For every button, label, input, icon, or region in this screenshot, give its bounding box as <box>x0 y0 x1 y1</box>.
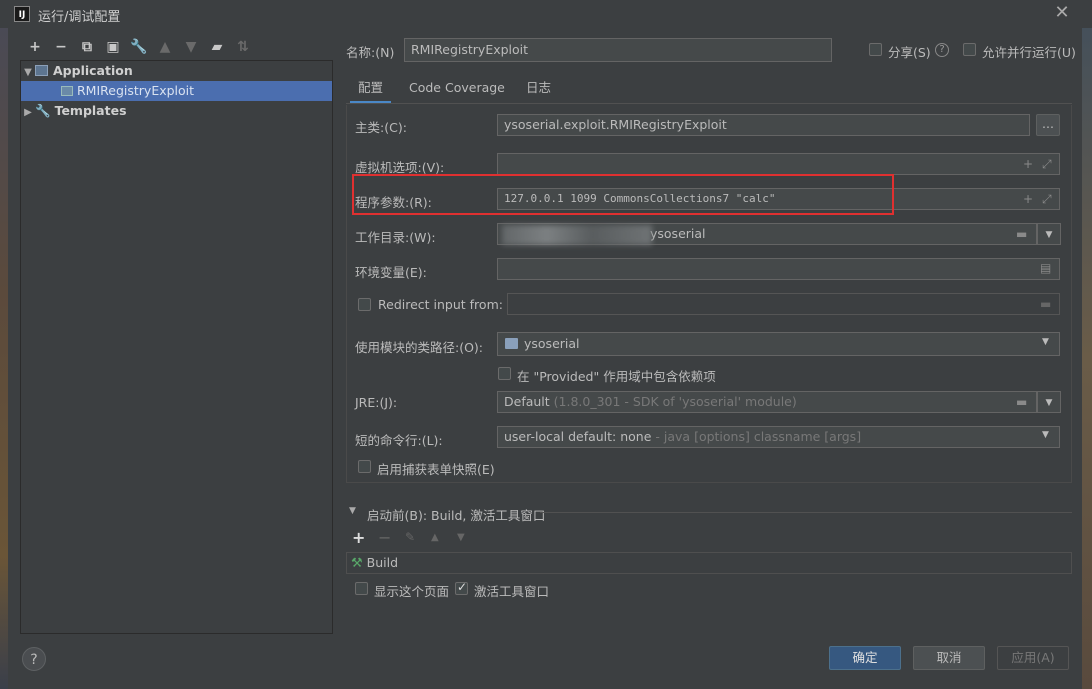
move-up-icon[interactable]: ▲ <box>431 532 439 543</box>
shorten-hint: - java [options] classname [args] <box>655 429 862 444</box>
activate-window-checkbox[interactable] <box>455 580 468 595</box>
remove-icon[interactable]: − <box>378 528 391 547</box>
title-bar <box>0 0 1092 28</box>
redirect-input[interactable] <box>507 293 1060 315</box>
add-icon[interactable]: + <box>352 528 365 547</box>
main-class-input[interactable]: ysoserial.exploit.RMIRegistryExploit <box>497 114 1030 136</box>
vm-options-input[interactable] <box>497 153 1060 175</box>
activate-window-label: 激活工具窗口 <box>474 584 550 599</box>
tree-node-label: RMIRegistryExploit <box>77 83 195 98</box>
before-launch-item[interactable]: ⚒ Build <box>346 552 1072 574</box>
tree-node-label: Application <box>53 63 133 78</box>
chevron-down-icon[interactable]: ▼ <box>1042 430 1049 440</box>
module-select[interactable]: ysoserial <box>497 332 1060 356</box>
name-label: 名称:(N) <box>346 45 395 60</box>
tab-config[interactable]: 配置 <box>350 76 392 104</box>
tree-toolbar: + − ⧉ ▣ 🔧 ▲ ▼ ▰ ⇅ <box>22 36 256 58</box>
edit-icon[interactable]: ✎ <box>405 530 415 544</box>
tree-node-templates[interactable]: ▶ 🔧 Templates <box>21 101 332 121</box>
module-label: 使用模块的类路径:(O): <box>355 340 484 355</box>
sort-icon[interactable]: ⇅ <box>230 36 256 58</box>
apply-button[interactable]: 应用(A) <box>997 646 1069 670</box>
add-icon[interactable]: + <box>1023 192 1033 206</box>
before-launch-title: 启动前(B): Build, 激活工具窗口 <box>367 508 546 523</box>
help-button[interactable]: ? <box>22 647 46 671</box>
jre-input[interactable]: Default (1.8.0_301 - SDK of 'ysoserial' … <box>497 391 1037 413</box>
shorten-value: user-local default: none <box>504 429 652 444</box>
folder-icon[interactable]: ▬ <box>1016 395 1027 409</box>
run-config-icon <box>61 86 73 96</box>
env-input[interactable] <box>497 258 1060 280</box>
provided-checkbox[interactable] <box>498 367 511 380</box>
intellij-app-icon: IJ <box>14 6 30 22</box>
background-strip-left <box>0 28 8 689</box>
move-up-icon[interactable]: ▲ <box>152 36 178 58</box>
config-tree: ▼ Application RMIRegistryExploit ▶ 🔧 Templa… <box>20 60 333 634</box>
move-down-icon[interactable]: ▼ <box>457 532 465 543</box>
background-strip-right <box>1082 28 1092 689</box>
tab-code-coverage[interactable]: Code Coverage <box>401 76 513 104</box>
cancel-button[interactable]: 取消 <box>913 646 985 670</box>
jre-hint: (1.8.0_301 - SDK of 'ysoserial' module) <box>553 394 797 409</box>
show-page-checkbox[interactable] <box>355 582 368 595</box>
ok-button[interactable]: 确定 <box>829 646 901 670</box>
save-icon[interactable]: ▣ <box>100 36 126 58</box>
tree-node-config[interactable]: RMIRegistryExploit <box>21 81 332 101</box>
folder-icon: ▬ <box>1040 297 1052 311</box>
snapshot-checkbox[interactable] <box>358 460 371 473</box>
env-label: 环境变量(E): <box>355 265 427 280</box>
expand-icon[interactable]: ⤢ <box>1042 157 1052 172</box>
shorten-label: 短的命令行:(L): <box>355 433 443 448</box>
copy-icon[interactable]: ⧉ <box>74 36 100 58</box>
add-icon[interactable]: + <box>1023 157 1033 171</box>
chevron-down-icon[interactable]: ▼ <box>1037 391 1061 413</box>
module-folder-icon <box>505 338 518 349</box>
move-down-icon[interactable]: ▼ <box>178 36 204 58</box>
share-checkbox[interactable] <box>869 43 882 56</box>
folder-icon[interactable]: ▬ <box>1016 227 1027 241</box>
expand-icon[interactable]: ⤢ <box>1042 192 1052 207</box>
application-icon <box>35 65 48 76</box>
provided-label: 在 "Provided" 作用域中包含依赖项 <box>517 369 716 384</box>
workdir-label: 工作目录:(W): <box>355 230 436 245</box>
expand-arrow-icon[interactable]: ▼ <box>21 63 35 83</box>
add-icon[interactable]: + <box>22 36 48 58</box>
window-title: 运行/调试配置 <box>38 10 121 25</box>
main-class-label: 主类:(C): <box>355 120 407 135</box>
remove-icon[interactable]: − <box>48 36 74 58</box>
build-label: Build <box>366 555 399 570</box>
wrench-icon[interactable]: 🔧 <box>126 36 152 58</box>
redirect-checkbox[interactable] <box>358 298 371 311</box>
collapse-arrow-icon[interactable]: ▼ <box>349 506 356 516</box>
tab-log[interactable]: 日志 <box>518 76 559 104</box>
chevron-down-icon[interactable]: ▼ <box>1042 337 1049 347</box>
chevron-down-icon[interactable]: ▼ <box>1037 223 1061 245</box>
new-folder-icon[interactable]: ▰ <box>204 36 230 58</box>
tree-node-application[interactable]: ▼ Application <box>21 61 332 81</box>
hammer-icon: ⚒ <box>351 556 363 571</box>
browse-button[interactable]: ... <box>1036 114 1060 136</box>
wrench-icon: 🔧 <box>35 103 51 118</box>
parallel-checkbox[interactable] <box>963 43 976 56</box>
tab-divider <box>346 103 1072 104</box>
collapse-arrow-icon[interactable]: ▶ <box>21 103 35 123</box>
share-label: 分享(S) <box>888 45 931 60</box>
redacted-path <box>502 225 652 245</box>
parallel-label: 允许并行运行(U) <box>982 45 1076 60</box>
document-icon[interactable]: ▤ <box>1040 261 1051 275</box>
jre-value: Default <box>504 394 550 409</box>
highlight-box <box>352 174 894 215</box>
show-page-label: 显示这个页面 <box>374 584 450 599</box>
tree-node-label: Templates <box>54 103 127 118</box>
close-icon[interactable]: ✕ <box>1052 3 1072 23</box>
help-icon[interactable]: ? <box>935 43 949 57</box>
shorten-select[interactable]: user-local default: none - java [options… <box>497 426 1060 448</box>
name-input[interactable]: RMIRegistryExploit <box>404 38 832 62</box>
jre-label: JRE:(J): <box>355 395 398 410</box>
snapshot-label: 启用捕获表单快照(E) <box>377 462 495 477</box>
redirect-label: Redirect input from: <box>378 297 503 312</box>
section-divider <box>540 512 1072 513</box>
